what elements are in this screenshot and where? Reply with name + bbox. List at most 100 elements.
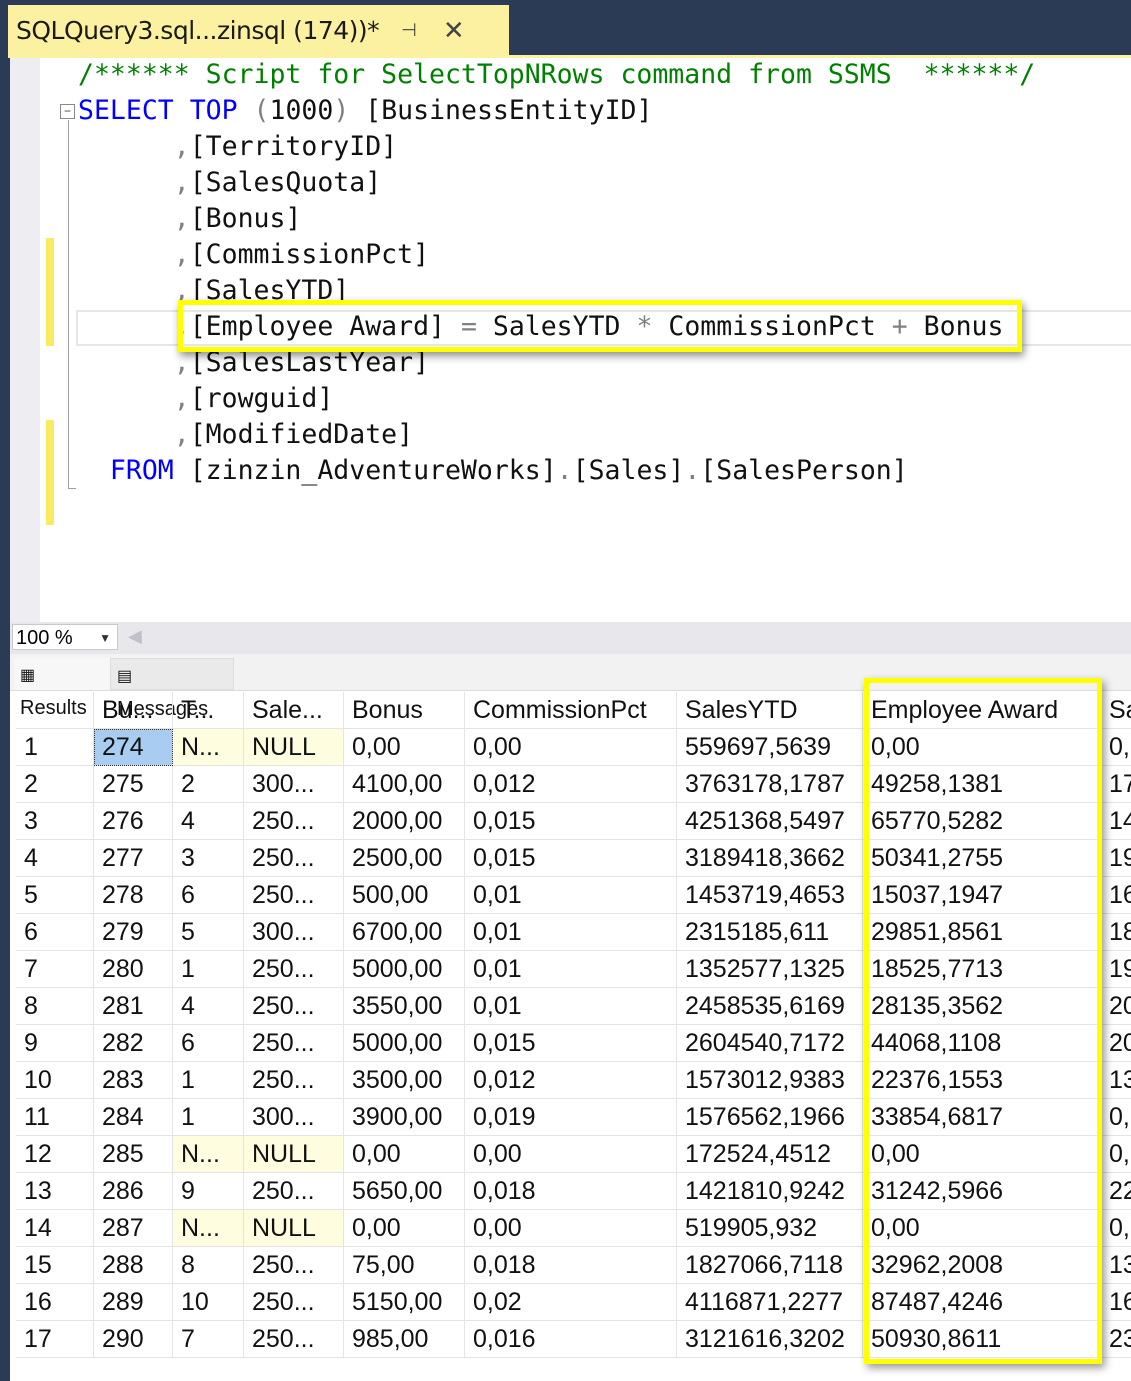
grid-cell[interactable]: 0,00 (465, 1136, 677, 1173)
grid-cell[interactable]: 274 (94, 729, 173, 766)
tab-results[interactable]: ▦ Results (14, 658, 110, 719)
grid-cell[interactable]: 250... (244, 840, 344, 877)
column-header[interactable]: CommissionPct (465, 692, 677, 729)
grid-cell[interactable]: 1576562,1966 (677, 1099, 863, 1136)
column-header[interactable]: Bonus (344, 692, 465, 729)
grid-cell[interactable]: 283 (94, 1062, 173, 1099)
close-icon[interactable]: ✕ (443, 15, 465, 46)
grid-cell[interactable]: 17 (1101, 766, 1131, 803)
grid-cell[interactable]: 0,015 (465, 840, 677, 877)
grid-cell[interactable]: N... (173, 1210, 244, 1247)
grid-cell[interactable]: 250... (244, 877, 344, 914)
row-number[interactable]: 16 (16, 1284, 94, 1321)
grid-cell[interactable]: NULL (244, 1210, 344, 1247)
grid-cell[interactable]: 13 (1101, 1062, 1131, 1099)
grid-cell[interactable]: 250... (244, 951, 344, 988)
grid-cell[interactable]: 250... (244, 1062, 344, 1099)
grid-cell[interactable]: 0,018 (465, 1173, 677, 1210)
code-line[interactable]: ,[rowguid] (78, 381, 1035, 417)
column-header[interactable] (16, 692, 94, 729)
grid-cell[interactable]: 276 (94, 803, 173, 840)
grid-cell[interactable]: 3189418,3662 (677, 840, 863, 877)
grid-cell[interactable]: 0,00 (344, 729, 465, 766)
row-number[interactable]: 4 (16, 840, 94, 877)
grid-cell[interactable]: 7 (173, 1321, 244, 1358)
grid-cell[interactable]: 0,01 (465, 988, 677, 1025)
row-number[interactable]: 17 (16, 1321, 94, 1358)
row-number[interactable]: 9 (16, 1025, 94, 1062)
grid-cell[interactable]: 289 (94, 1284, 173, 1321)
grid-cell[interactable]: 2604540,7172 (677, 1025, 863, 1062)
column-header[interactable]: Sa (1101, 692, 1131, 729)
grid-cell[interactable]: 18 (1101, 914, 1131, 951)
row-number[interactable]: 10 (16, 1062, 94, 1099)
grid-cell[interactable]: 300... (244, 766, 344, 803)
grid-cell[interactable]: N... (173, 1136, 244, 1173)
row-number[interactable]: 8 (16, 988, 94, 1025)
grid-cell[interactable]: 0,01 (465, 877, 677, 914)
grid-cell[interactable]: 250... (244, 1173, 344, 1210)
grid-cell[interactable]: 281 (94, 988, 173, 1025)
grid-cell[interactable]: 0,012 (465, 766, 677, 803)
grid-cell[interactable]: 1827066,7118 (677, 1247, 863, 1284)
grid-cell[interactable]: 278 (94, 877, 173, 914)
grid-cell[interactable]: 0,00 (465, 729, 677, 766)
zoom-dropdown[interactable]: 100 % ▼ (12, 624, 118, 650)
grid-cell[interactable]: 0,016 (465, 1321, 677, 1358)
grid-cell[interactable]: 2315185,611 (677, 914, 863, 951)
grid-cell[interactable]: NULL (244, 1136, 344, 1173)
document-tab[interactable]: SQLQuery3.sql...zinsql (174))* ⊣ ✕ (8, 5, 509, 55)
grid-cell[interactable]: 4116871,2277 (677, 1284, 863, 1321)
grid-cell[interactable]: 284 (94, 1099, 173, 1136)
grid-cell[interactable]: 19 (1101, 840, 1131, 877)
grid-cell[interactable]: 0, (1101, 1136, 1131, 1173)
code-line[interactable]: /****** Script for SelectTopNRows comman… (78, 57, 1035, 93)
grid-cell[interactable]: 3763178,1787 (677, 766, 863, 803)
grid-cell[interactable]: 10 (173, 1284, 244, 1321)
grid-cell[interactable]: 0,00 (344, 1210, 465, 1247)
grid-cell[interactable]: 3 (173, 840, 244, 877)
row-number[interactable]: 2 (16, 766, 94, 803)
code-line[interactable]: ,[CommissionPct] (78, 237, 1035, 273)
grid-cell[interactable]: 250... (244, 1025, 344, 1062)
grid-cell[interactable]: 287 (94, 1210, 173, 1247)
grid-cell[interactable]: 8 (173, 1247, 244, 1284)
grid-cell[interactable]: N... (173, 729, 244, 766)
tab-messages[interactable]: ▤ Messages (110, 658, 234, 720)
row-number[interactable]: 12 (16, 1136, 94, 1173)
grid-cell[interactable]: 0,019 (465, 1099, 677, 1136)
code-line[interactable]: ,[TerritoryID] (78, 129, 1035, 165)
grid-cell[interactable]: 6 (173, 1025, 244, 1062)
grid-cell[interactable]: 20 (1101, 988, 1131, 1025)
grid-cell[interactable]: 286 (94, 1173, 173, 1210)
grid-cell[interactable]: 280 (94, 951, 173, 988)
grid-cell[interactable]: 285 (94, 1136, 173, 1173)
column-header[interactable]: T... (173, 692, 244, 729)
grid-cell[interactable]: 250... (244, 1284, 344, 1321)
code-line[interactable]: ,[Bonus] (78, 201, 1035, 237)
grid-cell[interactable]: 19 (1101, 951, 1131, 988)
grid-cell[interactable]: 288 (94, 1247, 173, 1284)
grid-cell[interactable]: 250... (244, 1321, 344, 1358)
grid-cell[interactable]: 2000,00 (344, 803, 465, 840)
grid-cell[interactable]: 3550,00 (344, 988, 465, 1025)
grid-cell[interactable]: 250... (244, 1247, 344, 1284)
grid-cell[interactable]: 13 (1101, 1247, 1131, 1284)
grid-cell[interactable]: 0,015 (465, 1025, 677, 1062)
grid-cell[interactable]: 6 (173, 877, 244, 914)
grid-cell[interactable]: 300... (244, 914, 344, 951)
grid-cell[interactable]: 250... (244, 988, 344, 1025)
grid-cell[interactable]: 2458535,6169 (677, 988, 863, 1025)
grid-cell[interactable]: 1 (173, 1062, 244, 1099)
grid-cell[interactable]: 0,01 (465, 914, 677, 951)
code-line[interactable]: ,[ModifiedDate] (78, 417, 1035, 453)
grid-cell[interactable]: 279 (94, 914, 173, 951)
grid-cell[interactable]: 0, (1101, 1210, 1131, 1247)
grid-cell[interactable]: 3121616,3202 (677, 1321, 863, 1358)
grid-cell[interactable]: 275 (94, 766, 173, 803)
grid-cell[interactable]: 0,00 (344, 1136, 465, 1173)
grid-cell[interactable]: 300... (244, 1099, 344, 1136)
grid-cell[interactable]: 4100,00 (344, 766, 465, 803)
grid-cell[interactable]: 22 (1101, 1173, 1131, 1210)
grid-cell[interactable]: 3500,00 (344, 1062, 465, 1099)
